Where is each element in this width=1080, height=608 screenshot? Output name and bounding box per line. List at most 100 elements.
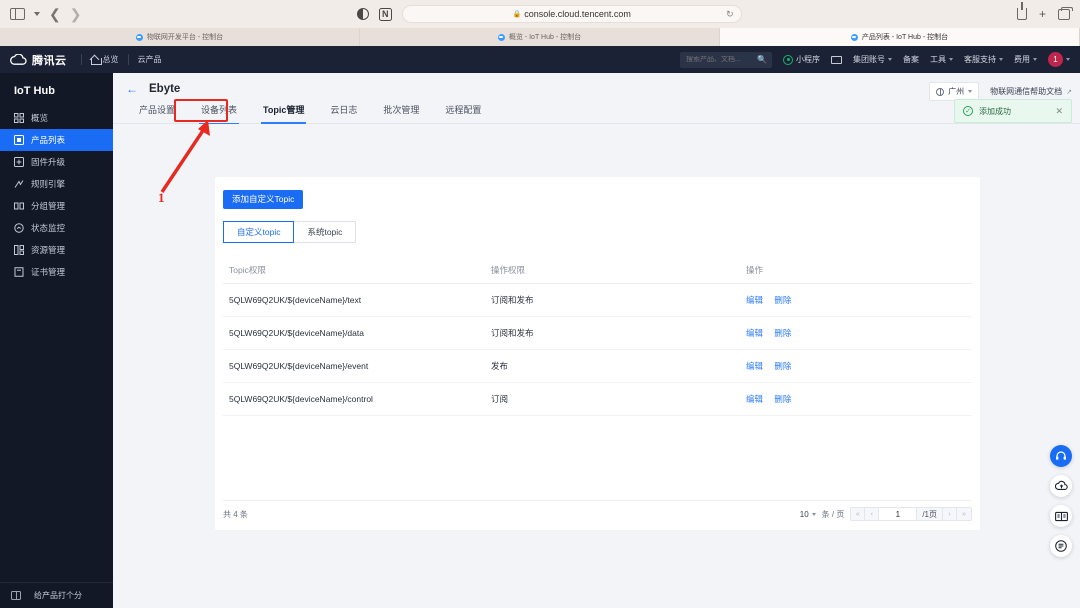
cloud-upload-button[interactable] [1050,475,1072,497]
sidebar: IoT Hub 概览 产品列表 固件升级 规则引擎 分组管理 状态监控 资源管理… [0,73,113,608]
list-menu-icon [1055,540,1067,552]
tab-topic-management[interactable]: Topic管理 [250,103,317,124]
group-icon [14,201,24,211]
sidebar-item-product-list[interactable]: 产品列表 [0,129,113,151]
tab-label: 批次管理 [383,105,420,115]
header-search[interactable]: 🔍 [680,51,772,68]
delete-link[interactable]: 删除 [774,361,791,371]
browser-tab-active[interactable]: 产品列表 - IoT Hub - 控制台 [720,28,1080,46]
tab-overview-icon[interactable] [1058,6,1073,20]
cell-permission: 订阅和发布 [485,316,740,350]
tab-device-list[interactable]: 设备列表 [188,103,250,124]
browser-toolbar: ❮ ❯ N 🔒 console.cloud.tencent.com ↻ + [0,0,1080,28]
last-page-icon[interactable]: » [957,508,971,520]
browser-actions: + [1016,2,1073,20]
sidebar-item-certificate-management[interactable]: 证书管理 [0,261,113,283]
segment-custom-topic[interactable]: 自定义topic [223,220,295,243]
header-item-tools[interactable]: 工具 [930,54,953,65]
header-item-label: 费用 [1014,55,1030,64]
sidebar-footer: 给产品打个分 [0,582,113,608]
new-tab-icon[interactable]: + [1039,8,1046,20]
dashboard-icon [14,113,24,123]
cell-actions: 编辑 删除 [740,382,972,416]
edit-link[interactable]: 编辑 [746,328,763,338]
reload-icon[interactable]: ↻ [726,9,734,20]
header-account-menu[interactable]: 1 [1048,52,1070,67]
sidebar-item-group-management[interactable]: 分组管理 [0,195,113,217]
header-item-group-account[interactable]: 集团账号 [853,54,892,65]
page-size-unit: 条 / 页 [821,509,845,519]
address-bar[interactable]: 🔒 console.cloud.tencent.com ↻ [401,5,742,23]
floating-action-bar [1050,445,1072,557]
tab-cloud-logs[interactable]: 云日志 [317,103,370,123]
chevron-down-icon [888,58,892,61]
add-custom-topic-button[interactable]: 添加自定义Topic [223,190,304,209]
topic-panel: 添加自定义Topic 自定义topic 系统topic Topic权限 操作权限… [215,177,980,530]
chevron-down-icon [949,58,953,61]
monitor-icon [14,223,24,233]
sidebar-item-firmware-upgrade[interactable]: 固件升级 [0,151,113,173]
back-arrow-icon[interactable]: ← [126,83,138,95]
tencent-cloud-logo[interactable]: 腾讯云 [10,52,67,68]
browser-tab[interactable]: 物联网开发平台 - 控制台 [0,28,360,46]
edit-link[interactable]: 编辑 [746,361,763,371]
header-home-link[interactable]: 总览 [90,54,119,65]
sidebar-title: IoT Hub [14,85,55,97]
sidebar-item-rule-engine[interactable]: 规则引擎 [0,173,113,195]
segment-system-topic[interactable]: 系统topic [293,220,357,243]
sidebar-toggle-icon[interactable] [10,8,25,20]
next-page-icon[interactable]: › [943,508,957,520]
header-item-mail[interactable] [831,55,842,64]
sidebar-item-label: 规则引擎 [31,179,66,189]
delete-link[interactable]: 删除 [774,328,791,338]
delete-link[interactable]: 删除 [774,394,791,404]
pagination: 共 4 条 10 条 / 页 « ‹ 1 /1页 › » [223,500,972,521]
tab-product-settings[interactable]: 产品设置 [126,103,188,123]
table-body: 5QLW69Q2UK/${deviceName}/text 订阅和发布 编辑 删… [223,283,972,416]
edit-link[interactable]: 编辑 [746,295,763,305]
search-icon[interactable]: 🔍 [757,55,767,64]
browser-nav-controls: ❮ ❯ [10,7,81,21]
tab-batch-management[interactable]: 批次管理 [370,103,432,123]
home-icon [90,55,102,65]
list-menu-button[interactable] [1050,535,1072,557]
cell-permission: 订阅和发布 [485,283,740,317]
first-page-icon[interactable]: « [851,508,866,520]
page-size-select[interactable]: 10 [800,510,816,519]
back-arrow-icon[interactable]: ❮ [49,7,61,21]
rule-engine-icon [14,179,24,189]
collapse-sidebar-icon[interactable] [11,591,21,600]
prev-page-icon[interactable]: ‹ [865,508,880,520]
header-item-support[interactable]: 客服支持 [964,54,1003,65]
header-item-miniprogram[interactable]: 小程序 [783,54,820,65]
cell-topic: 5QLW69Q2UK/${deviceName}/data [223,316,485,350]
forward-arrow-icon[interactable]: ❯ [70,7,82,21]
header-divider [127,54,129,65]
delete-link[interactable]: 删除 [774,295,791,305]
share-icon[interactable] [1016,2,1027,20]
reader-mode-icon[interactable] [356,8,369,20]
edit-link[interactable]: 编辑 [746,394,763,404]
notion-extension-icon[interactable]: N [378,7,392,21]
browser-tab[interactable]: 概览 - IoT Hub - 控制台 [360,28,720,46]
sidebar-item-status-monitor[interactable]: 状态监控 [0,217,113,239]
search-input[interactable] [686,56,766,63]
tencent-cloud-favicon [135,33,143,41]
header-item-beian[interactable]: 备案 [903,54,919,65]
chevron-down-icon[interactable] [34,12,40,16]
sidebar-item-resource-management[interactable]: 资源管理 [0,239,113,261]
sidebar-item-label: 分组管理 [31,201,66,211]
browser-tab-title: 物联网开发平台 - 控制台 [146,34,224,41]
page-number-input[interactable]: 1 [879,508,918,520]
sidebar-rating-link[interactable]: 给产品打个分 [34,590,82,601]
sidebar-item-label: 产品列表 [31,135,66,145]
table-header-row: Topic权限 操作权限 操作 [223,256,972,284]
sidebar-item-overview[interactable]: 概览 [0,107,113,129]
support-chat-button[interactable] [1050,445,1072,467]
header-item-billing[interactable]: 费用 [1014,54,1037,65]
tab-remote-config[interactable]: 远程配置 [432,103,494,123]
table-row: 5QLW69Q2UK/${deviceName}/event 发布 编辑 删除 [223,349,972,383]
chevron-down-icon [968,90,973,93]
documentation-button[interactable] [1050,505,1072,527]
header-products-menu[interactable]: 云产品 [138,54,165,65]
